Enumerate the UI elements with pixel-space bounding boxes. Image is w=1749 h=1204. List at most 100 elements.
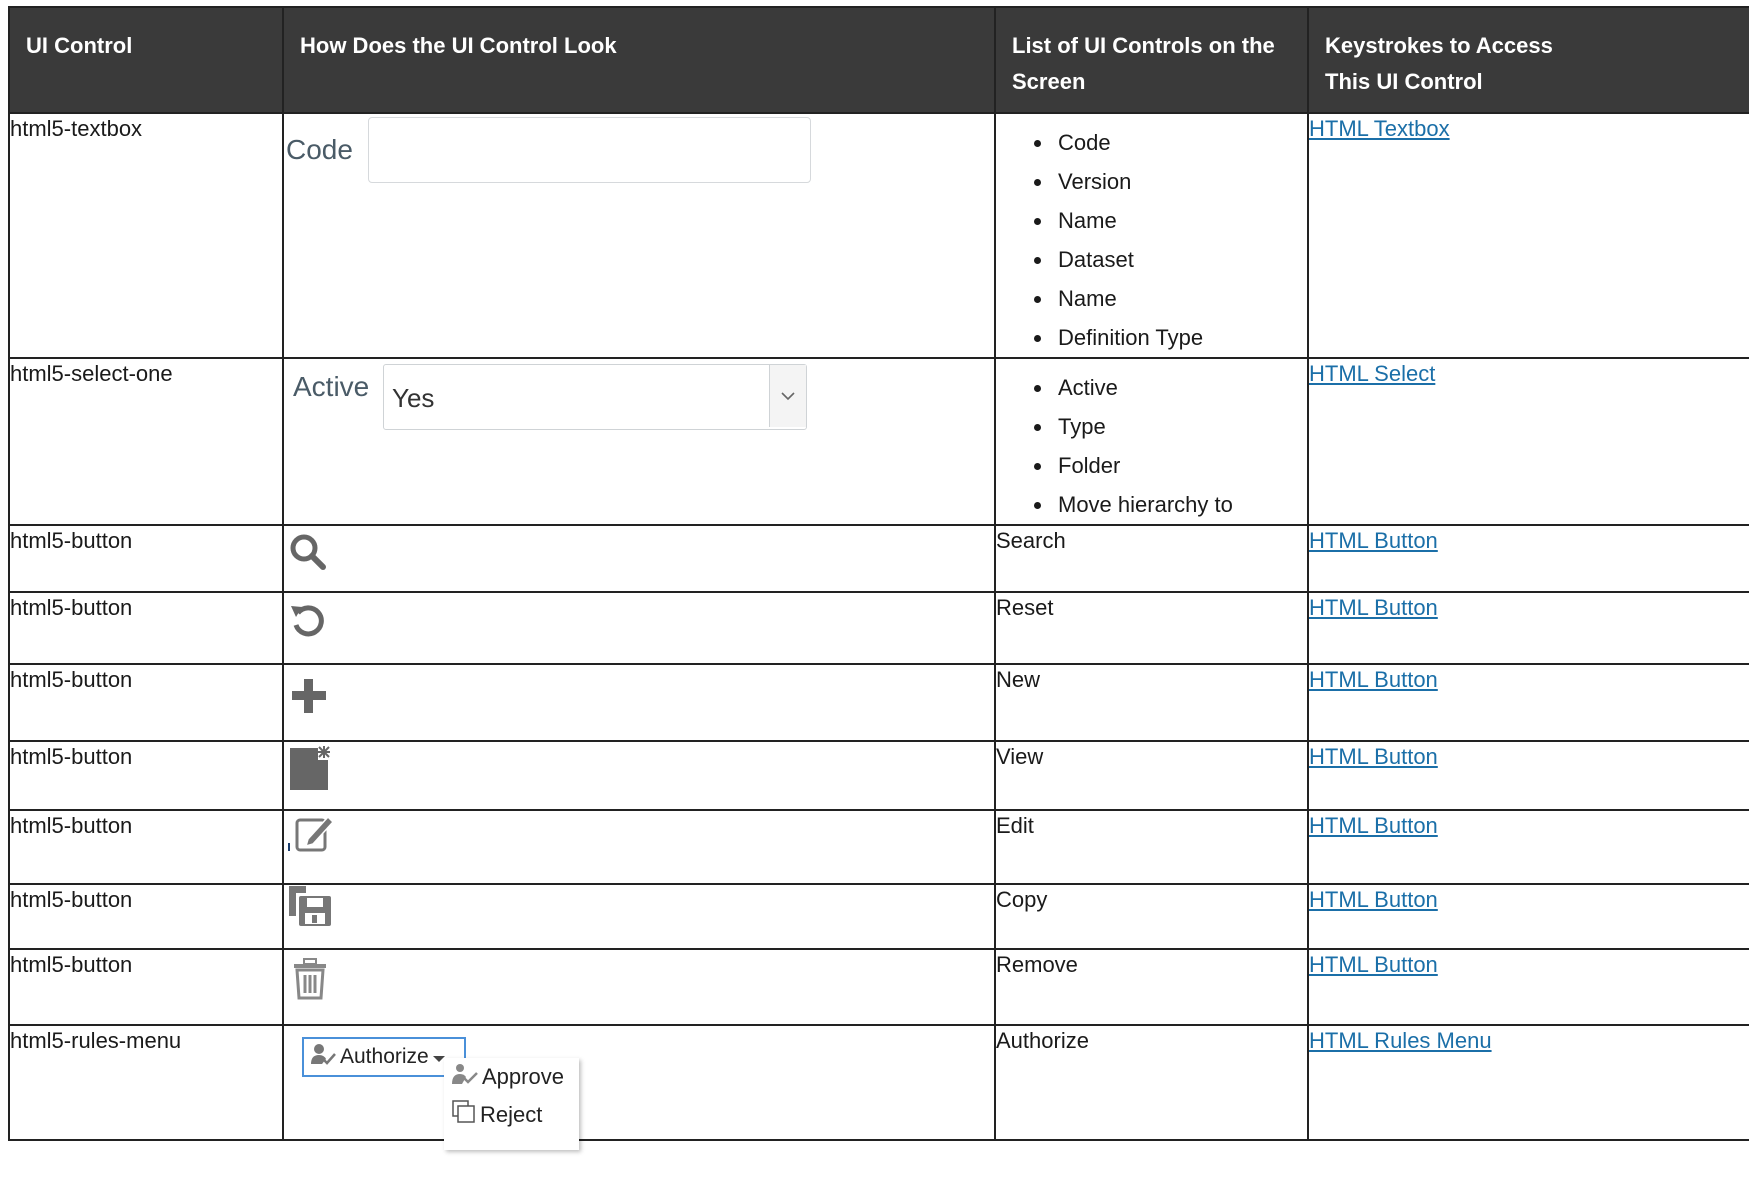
control-look-cell: [282, 524, 996, 593]
sample-select: Active Yes: [293, 364, 994, 430]
search-icon[interactable]: [288, 532, 328, 578]
keystrokes-link[interactable]: HTML Button: [1309, 528, 1438, 553]
header-keys-line2: This UI Control: [1325, 69, 1483, 94]
authorize-menu-label: Authorize: [340, 1045, 429, 1068]
keystrokes-link[interactable]: HTML Button: [1309, 744, 1438, 769]
keystrokes-cell: HTML Button: [1307, 740, 1749, 811]
keystrokes-cell: HTML Button: [1307, 591, 1749, 665]
sample-select-box[interactable]: Yes: [383, 364, 807, 430]
menu-item-reject[interactable]: Reject: [444, 1096, 579, 1134]
keystrokes-cell: HTML Textbox: [1307, 112, 1749, 359]
control-name-cell: html5-textbox: [8, 112, 284, 359]
keystrokes-link[interactable]: HTML Button: [1309, 952, 1438, 977]
list-item: Definition Type: [1054, 318, 1307, 357]
keystrokes-link[interactable]: HTML Button: [1309, 595, 1438, 620]
list-item: Code: [1054, 123, 1307, 162]
list-item: Name: [1054, 201, 1307, 240]
approve-icon: [452, 1063, 478, 1091]
keystrokes-cell: HTML Button: [1307, 524, 1749, 593]
view-icon[interactable]: [288, 744, 332, 798]
keystrokes-link[interactable]: HTML Button: [1309, 887, 1438, 912]
keystrokes-cell: HTML Button: [1307, 809, 1749, 885]
reset-icon[interactable]: [288, 601, 328, 647]
control-look-cell: [282, 883, 996, 950]
table-row: html5-select-one Active Yes Active Type: [8, 357, 1749, 526]
keystrokes-link[interactable]: HTML Rules Menu: [1309, 1028, 1492, 1053]
keystrokes-link[interactable]: HTML Button: [1309, 813, 1438, 838]
control-list-cell: New: [994, 663, 1309, 742]
authorize-dropdown: Approve Reject: [444, 1058, 579, 1150]
keystrokes-cell: HTML Button: [1307, 883, 1749, 950]
control-list-cell: Search: [994, 524, 1309, 593]
header-list-line1: List of UI Controls on the: [1012, 33, 1275, 58]
header-list: List of UI Controls on the Screen: [994, 6, 1309, 114]
control-look-cell: [282, 740, 996, 811]
control-look-cell: [282, 591, 996, 665]
control-list: Code Version Name Dataset Name Definitio…: [1010, 123, 1307, 357]
ui-controls-table: UI Control How Does the UI Control Look …: [8, 6, 1749, 1150]
menu-item-label: Reject: [480, 1102, 543, 1127]
control-look-cell: [282, 809, 996, 885]
control-name-cell: html5-button: [8, 524, 284, 593]
sample-textbox-label: Code: [286, 134, 353, 165]
control-list: Active Type Folder Move hierarchy to: [1010, 368, 1307, 524]
control-name-cell: html5-button: [8, 809, 284, 885]
delete-icon[interactable]: [292, 958, 328, 1006]
copy-icon[interactable]: [286, 883, 334, 935]
list-item: Type: [1054, 407, 1307, 446]
keystrokes-link[interactable]: HTML Select: [1309, 361, 1435, 386]
menu-item-label: Approve: [482, 1064, 564, 1089]
control-look-cell: Active Yes: [282, 357, 996, 526]
keystrokes-link[interactable]: HTML Button: [1309, 667, 1438, 692]
chevron-down-icon: [769, 365, 806, 427]
control-look-cell: [282, 663, 996, 742]
header-keys-line1: Keystrokes to Access: [1325, 33, 1553, 58]
sample-select-value: Yes: [392, 383, 435, 413]
menu-item-approve[interactable]: Approve: [444, 1058, 579, 1096]
caret-down-icon: [432, 1045, 445, 1069]
table-header-row: UI Control How Does the UI Control Look …: [8, 6, 1749, 114]
control-list-cell: Reset: [994, 591, 1309, 665]
table-row: html5-button Search HTML Button: [8, 524, 1749, 593]
keystrokes-cell: HTML Select: [1307, 357, 1749, 526]
table-row: html5-button New HTML Button: [8, 663, 1749, 742]
control-list-cell: Code Version Name Dataset Name Definitio…: [994, 112, 1309, 359]
control-name-cell: html5-button: [8, 740, 284, 811]
authorize-menu-button[interactable]: Authorize: [302, 1037, 466, 1077]
keystrokes-cell: HTML Button: [1307, 663, 1749, 742]
header-list-line2: Screen: [1012, 69, 1086, 94]
control-list-cell: Authorize: [994, 1024, 1309, 1141]
list-item: Version: [1054, 162, 1307, 201]
keystrokes-cell: HTML Button: [1307, 948, 1749, 1026]
control-name-cell: html5-button: [8, 663, 284, 742]
keystrokes-link[interactable]: HTML Textbox: [1309, 116, 1450, 141]
add-icon[interactable]: [290, 677, 328, 721]
control-list-cell: Edit: [994, 809, 1309, 885]
sample-select-label: Active: [293, 371, 370, 402]
header-ui-control: UI Control: [8, 6, 284, 114]
table-row: html5-button Reset HTML Button: [8, 591, 1749, 665]
list-item: Active: [1054, 368, 1307, 407]
table-row: html5-rules-menu Authorize Approve Rejec…: [8, 1024, 1749, 1150]
control-list-cell: View: [994, 740, 1309, 811]
list-item: Move hierarchy to: [1054, 485, 1307, 524]
control-name-cell: html5-rules-menu: [8, 1024, 284, 1141]
table-row: html5-button View HTML Button: [8, 740, 1749, 811]
table-row: html5-button Copy HTML Button: [8, 883, 1749, 950]
control-look-cell: Authorize Approve Reject: [282, 1024, 996, 1150]
header-look: How Does the UI Control Look: [282, 6, 996, 114]
authorize-icon: [310, 1043, 336, 1071]
table-row: html5-button Edit HTML Button: [8, 809, 1749, 885]
control-name-cell: html5-button: [8, 948, 284, 1026]
control-look-cell: Code: [282, 112, 996, 359]
control-name-cell: html5-select-one: [8, 357, 284, 526]
table-row: html5-textbox Code Code Version Name Dat…: [8, 112, 1749, 359]
control-list-cell: Copy: [994, 883, 1309, 950]
sample-textbox: Code: [286, 117, 994, 183]
sample-textbox-input[interactable]: [368, 117, 811, 183]
edit-icon[interactable]: [288, 811, 336, 861]
control-list-cell: Active Type Folder Move hierarchy to: [994, 357, 1309, 526]
control-name-cell: html5-button: [8, 883, 284, 950]
list-item: Folder: [1054, 446, 1307, 485]
control-name-cell: html5-button: [8, 591, 284, 665]
